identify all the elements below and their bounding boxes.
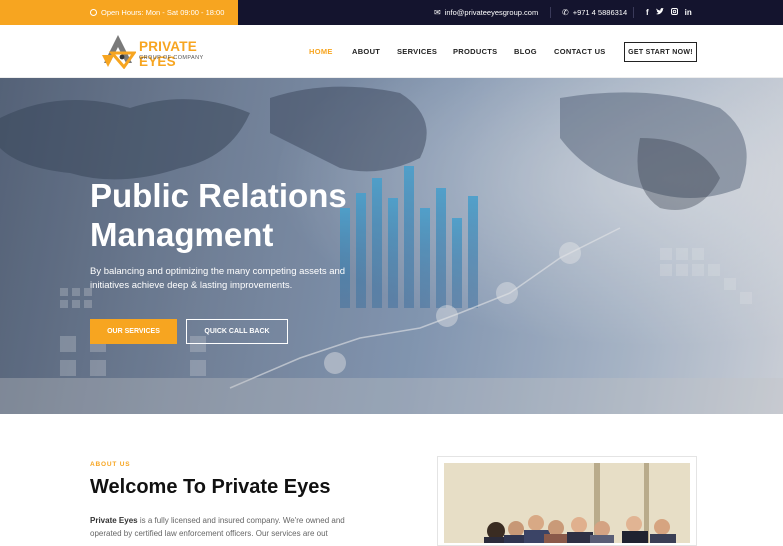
nav-services[interactable]: SERVICES	[397, 47, 437, 56]
open-hours: Open Hours: Mon - Sat 09:00 - 18:00	[0, 0, 238, 25]
get-started-button[interactable]: GET START NOW!	[624, 42, 697, 62]
email-text[interactable]: info@privateeyesgroup.com	[445, 8, 539, 17]
hero-text: By balancing and optimizing the many com…	[90, 266, 346, 291]
hero-title-line-2: Managment	[90, 216, 274, 253]
nav-contact-us[interactable]: CONTACT US	[554, 47, 606, 56]
divider	[633, 7, 634, 18]
open-hours-text: Open Hours: Mon - Sat 09:00 - 18:00	[101, 8, 225, 17]
phone-icon: ✆	[562, 8, 569, 17]
phone-contact[interactable]: ✆ +971 4 5886314	[562, 0, 627, 25]
hero-banner: Public Relations Managment By balancing …	[0, 78, 783, 414]
header: PRIVATE EYES GROUP OF COMPANY HOME ABOUT…	[0, 25, 783, 78]
phone-text[interactable]: +971 4 5886314	[573, 8, 627, 17]
envelope-icon: ✉	[434, 8, 441, 17]
facebook-icon[interactable]: f	[646, 8, 649, 17]
linkedin-icon[interactable]: in	[685, 8, 692, 17]
top-bar: Open Hours: Mon - Sat 09:00 - 18:00 ✉ in…	[0, 0, 783, 25]
our-services-button[interactable]: OUR SERVICES	[90, 319, 177, 344]
about-lead: Private Eyes	[90, 516, 138, 525]
nav-products[interactable]: PRODUCTS	[453, 47, 498, 56]
divider	[550, 7, 551, 18]
social-links: f in	[646, 0, 692, 25]
team-photo	[444, 463, 690, 543]
hero-title: Public Relations Managment	[90, 176, 410, 254]
nav-home[interactable]: HOME	[309, 47, 333, 56]
instagram-icon[interactable]	[670, 8, 678, 17]
quick-call-back-button[interactable]: QUICK CALL BACK	[186, 319, 288, 344]
clock-icon	[90, 9, 97, 16]
team-photo-image	[444, 463, 690, 543]
about-text: Private Eyes is a fully licensed and ins…	[90, 514, 365, 540]
nav-about[interactable]: ABOUT	[352, 47, 380, 56]
nav-blog[interactable]: BLOG	[514, 47, 537, 56]
email-contact[interactable]: ✉ info@privateeyesgroup.com	[434, 0, 538, 25]
twitter-icon[interactable]	[655, 8, 664, 17]
about-title: Welcome To Private Eyes	[90, 476, 331, 498]
about-tag: ABOUT US	[90, 461, 131, 468]
hero-title-line-1: Public Relations	[90, 177, 347, 214]
